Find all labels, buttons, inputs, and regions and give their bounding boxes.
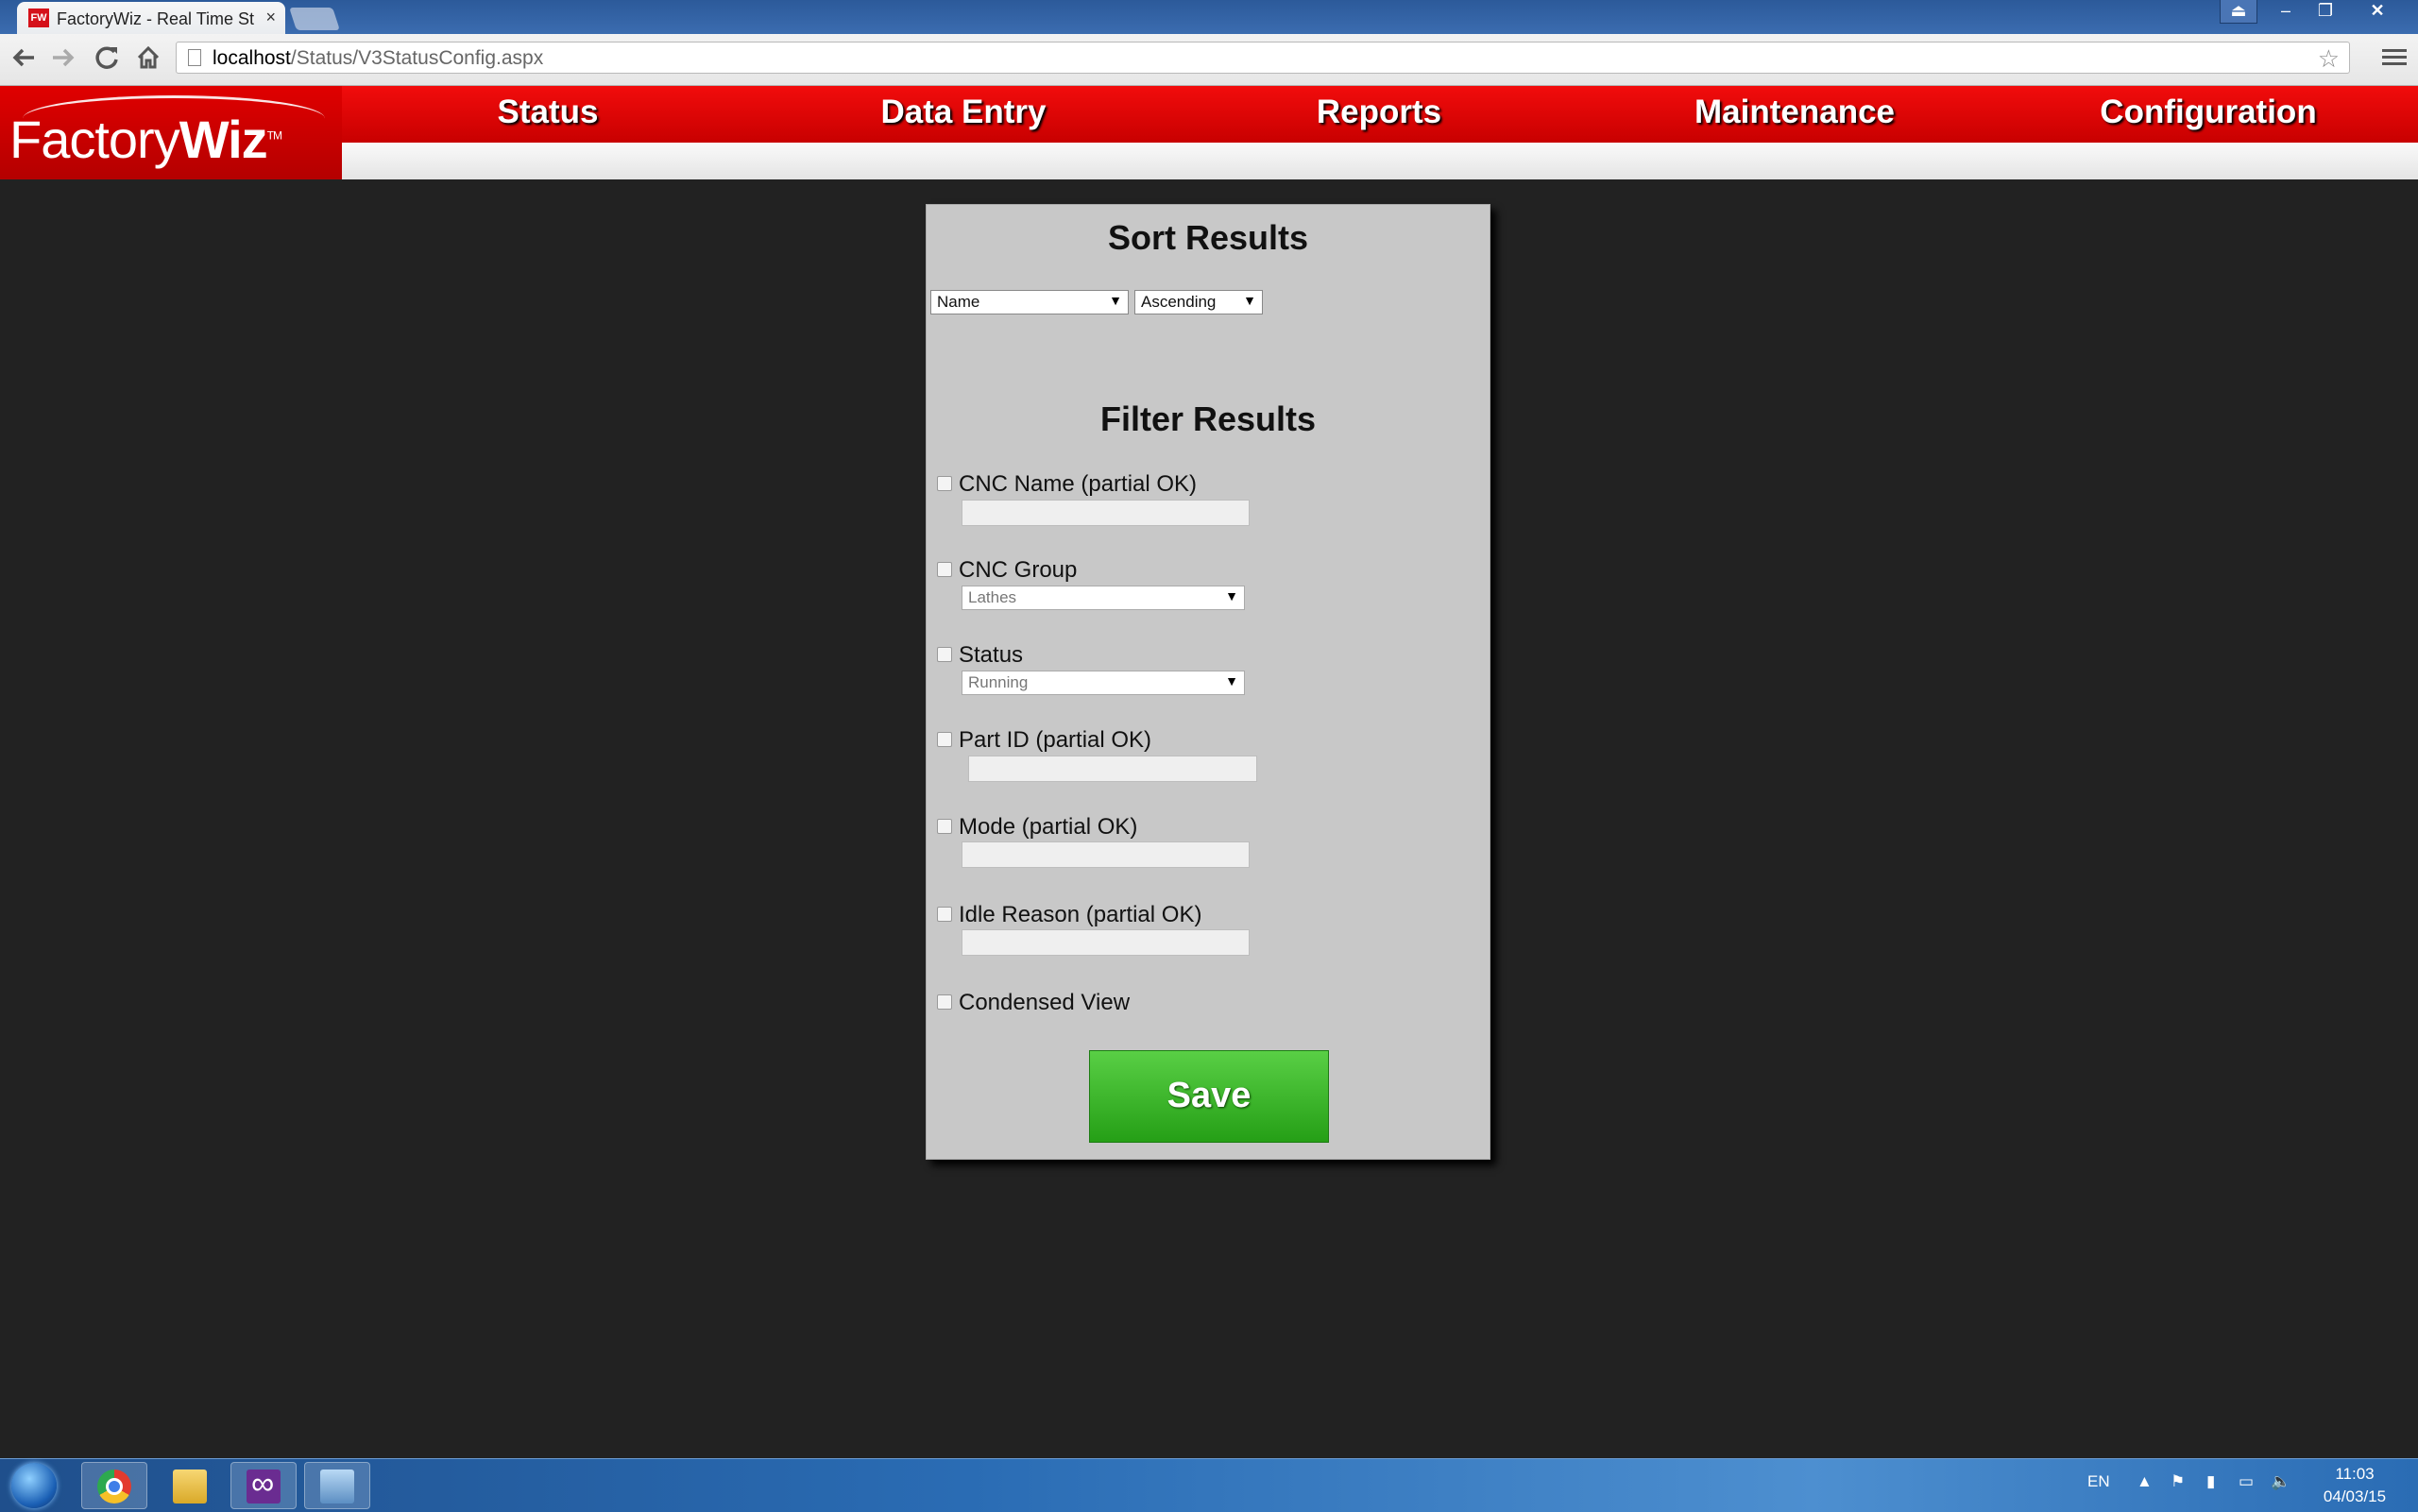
filter-results-heading: Filter Results [1099, 399, 1317, 438]
battery-icon[interactable]: ▮ [2206, 1472, 2215, 1491]
sub-nav-bar [342, 143, 2418, 179]
browser-titlebar: FW FactoryWiz - Real Time St × ⏏ – ❐ ✕ [0, 0, 2418, 34]
browser-tab-active[interactable]: FW FactoryWiz - Real Time St × [17, 2, 285, 34]
part-id-label: Part ID (partial OK) [959, 727, 1152, 753]
sort-order-select[interactable]: Ascending ▼ [1134, 290, 1263, 314]
dropdown-arrow-icon: ▼ [1225, 673, 1238, 688]
network-icon[interactable]: ▭ [2239, 1472, 2254, 1491]
nav-reports[interactable]: Reports [1317, 93, 1441, 131]
app-header: FactoryWizTM Status Data Entry Reports M… [0, 86, 2418, 179]
clock-time: 11:03 [2335, 1465, 2375, 1483]
windows-taskbar: EN ▲ ⚑ ▮ ▭ 🔈 11:03 04/03/15 [0, 1458, 2418, 1512]
taskbar-visual-studio-button[interactable] [230, 1462, 297, 1509]
sort-field-select[interactable]: Name ▼ [930, 290, 1129, 314]
page-icon [188, 49, 201, 66]
cnc-name-checkbox[interactable] [937, 476, 952, 491]
cnc-group-select[interactable]: Lathes ▼ [962, 586, 1245, 610]
back-arrow-icon[interactable] [9, 43, 38, 72]
part-id-checkbox[interactable] [937, 732, 952, 747]
mode-input[interactable] [962, 841, 1250, 868]
language-indicator[interactable]: EN [2087, 1472, 2110, 1491]
status-label: Status [959, 642, 1024, 668]
user-profile-icon[interactable]: ⏏ [2220, 0, 2257, 24]
idle-reason-input[interactable] [962, 929, 1250, 956]
tab-close-icon[interactable]: × [265, 8, 276, 27]
taskbar-remote-desktop-button[interactable] [304, 1462, 370, 1509]
reload-icon[interactable] [93, 43, 121, 72]
system-clock[interactable]: 11:03 04/03/15 [2303, 1463, 2407, 1508]
factorywiz-favicon-icon: FW [28, 8, 49, 27]
minimize-icon[interactable]: – [2267, 0, 2305, 23]
status-checkbox[interactable] [937, 647, 952, 662]
nav-configuration[interactable]: Configuration [2100, 93, 2316, 131]
tab-title: FactoryWiz - Real Time St [57, 9, 255, 28]
taskbar-explorer-button[interactable] [157, 1462, 223, 1509]
dropdown-arrow-icon: ▼ [1225, 588, 1238, 603]
address-bar[interactable]: localhost/Status/V3StatusConfig.aspx ☆ [176, 42, 2350, 74]
maximize-icon[interactable]: ❐ [2307, 0, 2344, 23]
show-hidden-icons-icon[interactable]: ▲ [2137, 1472, 2153, 1491]
close-window-icon[interactable]: ✕ [2346, 0, 2409, 23]
nav-status[interactable]: Status [498, 93, 599, 131]
clock-date: 04/03/15 [2323, 1487, 2387, 1505]
factorywiz-logo[interactable]: FactoryWizTM [0, 86, 342, 179]
bookmark-star-icon[interactable]: ☆ [2318, 44, 2340, 74]
visual-studio-icon [247, 1466, 281, 1504]
condensed-view-label: Condensed View [959, 990, 1131, 1015]
cnc-group-label: CNC Group [959, 557, 1078, 583]
idle-reason-checkbox[interactable] [937, 907, 952, 922]
cnc-group-checkbox[interactable] [937, 562, 952, 577]
nav-data-entry[interactable]: Data Entry [880, 93, 1046, 131]
save-button[interactable]: Save [1089, 1050, 1329, 1143]
new-tab-button[interactable] [289, 8, 340, 30]
url-text: localhost/Status/V3StatusConfig.aspx [213, 47, 544, 69]
start-orb-icon[interactable] [11, 1463, 57, 1508]
mode-label: Mode (partial OK) [959, 814, 1138, 840]
forward-arrow-icon[interactable] [49, 43, 77, 72]
cnc-name-label: CNC Name (partial OK) [959, 471, 1198, 497]
action-center-flag-icon[interactable]: ⚑ [2171, 1472, 2185, 1491]
sort-results-heading: Sort Results [1107, 218, 1309, 257]
hamburger-menu-icon[interactable] [2382, 45, 2407, 70]
cnc-name-input[interactable] [962, 500, 1250, 526]
logo-text: FactoryWizTM [9, 110, 282, 169]
main-nav: Status Data Entry Reports Maintenance Co… [342, 86, 2418, 143]
status-config-panel: Sort Results Name ▼ Ascending ▼ Filter Res… [926, 204, 1490, 1160]
remote-desktop-icon [320, 1470, 354, 1504]
status-select[interactable]: Running ▼ [962, 671, 1245, 695]
dropdown-arrow-icon: ▼ [1109, 293, 1122, 308]
idle-reason-label: Idle Reason (partial OK) [959, 902, 1202, 927]
volume-icon[interactable]: 🔈 [2271, 1472, 2290, 1491]
home-icon[interactable] [134, 43, 162, 72]
chrome-icon [97, 1470, 131, 1504]
taskbar-chrome-button[interactable] [81, 1462, 147, 1509]
mode-checkbox[interactable] [937, 819, 952, 834]
dropdown-arrow-icon: ▼ [1243, 293, 1256, 308]
condensed-view-checkbox[interactable] [937, 994, 952, 1010]
nav-maintenance[interactable]: Maintenance [1694, 93, 1895, 131]
browser-toolbar: localhost/Status/V3StatusConfig.aspx ☆ [0, 34, 2418, 86]
file-explorer-icon [173, 1470, 207, 1504]
part-id-input[interactable] [968, 756, 1257, 782]
